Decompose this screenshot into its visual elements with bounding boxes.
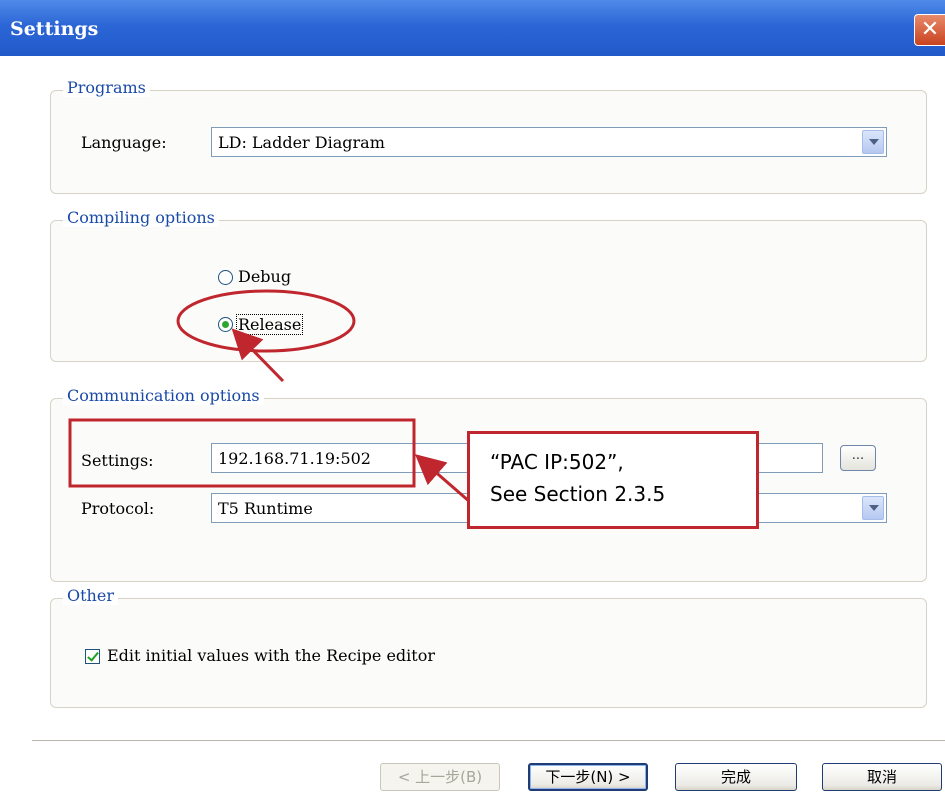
annotation-callout: “PAC IP:502”, See Section 2.3.5: [467, 431, 759, 529]
callout-line-2: See Section 2.3.5: [490, 482, 666, 506]
settings-dialog: Settings ✕ Programs Language: LD: Ladder…: [0, 0, 945, 796]
settings-arrow: [414, 454, 471, 504]
annotation-overlay: [68, 289, 471, 504]
callout-line-1: “PAC IP:502”,: [490, 450, 624, 474]
release-arrow: [231, 328, 285, 383]
release-highlight-ellipse: [176, 289, 356, 353]
settings-highlight-box: [68, 418, 416, 488]
